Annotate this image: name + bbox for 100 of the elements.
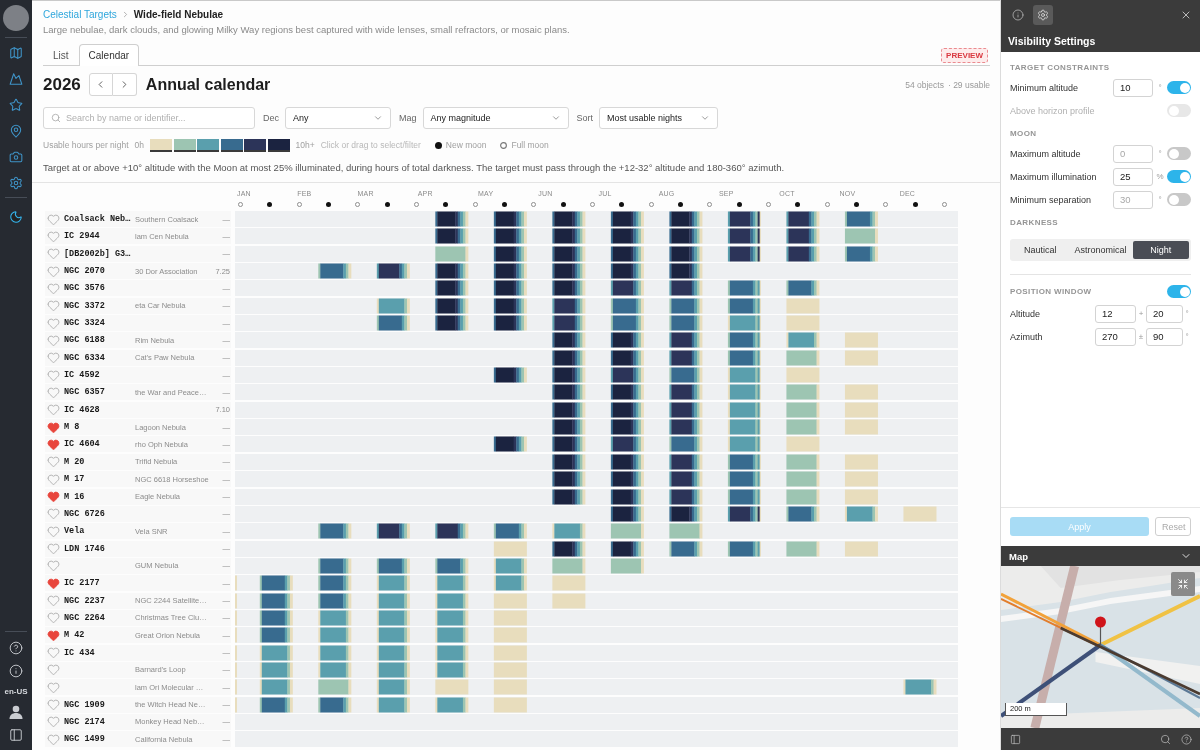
- heart-icon[interactable]: [46, 420, 60, 434]
- year-label: 2026: [43, 74, 81, 95]
- heart-icon[interactable]: [46, 455, 60, 469]
- color-swatch-icon[interactable]: [197, 138, 219, 152]
- info-icon: [1012, 9, 1024, 21]
- sort-select[interactable]: Most usable nights: [599, 107, 719, 129]
- setting-label: Azimuth: [1010, 331, 1043, 342]
- segment-button[interactable]: Astronomical: [1068, 241, 1133, 259]
- heart-icon[interactable]: [46, 646, 60, 660]
- heart-icon[interactable]: [46, 542, 60, 556]
- view-tab[interactable]: Calendar: [78, 44, 140, 66]
- setting-label: Maximum illumination: [1010, 171, 1097, 182]
- ring-icon: [648, 202, 654, 207]
- heart-icon[interactable]: [46, 628, 60, 642]
- heart-icon[interactable]: [46, 680, 60, 694]
- ring-icon: [355, 202, 361, 207]
- panel-title: Visibility Settings: [1008, 35, 1097, 47]
- map-pin-icon[interactable]: [9, 124, 23, 138]
- heart-icon[interactable]: [46, 472, 60, 486]
- filled-dot-icon: [677, 202, 683, 207]
- mountain-icon[interactable]: [9, 72, 23, 86]
- heart-icon[interactable]: [46, 524, 60, 538]
- camera-icon[interactable]: [9, 150, 23, 164]
- sidebar-panel-icon[interactable]: [1010, 733, 1021, 745]
- legend-title: Usable hours per night: [43, 140, 129, 150]
- heart-icon[interactable]: [46, 663, 60, 677]
- target-name: M 42: [64, 630, 85, 641]
- help-icon[interactable]: [1181, 733, 1192, 745]
- heart-icon[interactable]: [46, 437, 60, 451]
- heart-icon[interactable]: [46, 403, 60, 417]
- number-input[interactable]: 25: [1113, 167, 1153, 186]
- unit-label: °: [1157, 83, 1163, 92]
- segment-button[interactable]: Night: [1132, 241, 1189, 259]
- heart-icon[interactable]: [46, 490, 60, 503]
- map-fullscreen-button[interactable]: [1171, 572, 1195, 596]
- declination-select[interactable]: Any: [285, 107, 391, 129]
- search-icon[interactable]: [1160, 733, 1171, 745]
- heart-icon[interactable]: [46, 333, 60, 347]
- avatar-placeholder[interactable]: [3, 5, 29, 31]
- number-input[interactable]: 20: [1146, 304, 1183, 323]
- heart-icon[interactable]: [46, 212, 60, 226]
- filled-dot-icon: [853, 202, 859, 207]
- filled-dot-icon: [795, 202, 801, 207]
- color-swatch-icon[interactable]: [173, 138, 196, 152]
- heart-icon[interactable]: [46, 715, 60, 729]
- target-name: NGC 6188: [64, 335, 105, 346]
- heart-icon[interactable]: [46, 351, 60, 365]
- previous-year-button[interactable]: [88, 73, 113, 96]
- color-swatch-icon[interactable]: [244, 138, 266, 152]
- search-field[interactable]: Search by name or identifier...: [43, 107, 255, 129]
- close-icon[interactable]: [1180, 9, 1192, 21]
- sidebar-panel-icon[interactable]: [9, 728, 23, 742]
- section-title: TARGET CONSTRAINTS: [1010, 62, 1110, 72]
- heart-icon[interactable]: [46, 229, 60, 243]
- heart-icon[interactable]: [46, 507, 60, 521]
- number-input[interactable]: 12: [1095, 304, 1136, 323]
- locale-label[interactable]: en-US: [4, 687, 28, 696]
- toggle-switch[interactable]: [1167, 285, 1191, 298]
- number-input[interactable]: 270: [1095, 327, 1136, 346]
- target-name: IC 434: [64, 647, 95, 658]
- heart-icon[interactable]: [46, 247, 60, 261]
- heart-icon[interactable]: [46, 611, 60, 625]
- toggle-switch[interactable]: [1167, 193, 1191, 206]
- street-map[interactable]: [1001, 566, 1200, 728]
- user-silhouette-icon[interactable]: [9, 705, 23, 719]
- toggle-switch[interactable]: [1167, 81, 1191, 94]
- filled-dot-icon: [443, 202, 449, 207]
- heart-icon[interactable]: [46, 264, 60, 278]
- info-icon[interactable]: [9, 664, 23, 678]
- moon-icon[interactable]: [9, 210, 23, 224]
- help-icon[interactable]: [9, 641, 23, 655]
- star-icon[interactable]: [9, 98, 23, 112]
- heart-icon[interactable]: [46, 385, 60, 399]
- target-name: NGC 1499: [64, 734, 105, 745]
- color-swatch-icon[interactable]: [267, 138, 290, 152]
- color-swatch-icon[interactable]: [150, 138, 172, 152]
- heart-icon[interactable]: [46, 594, 60, 608]
- heart-icon[interactable]: [46, 316, 60, 330]
- heart-icon[interactable]: [46, 576, 60, 590]
- map-icon[interactable]: [9, 46, 23, 60]
- magnitude-select[interactable]: Any magnitude: [422, 107, 569, 129]
- heart-icon[interactable]: [46, 299, 60, 313]
- next-year-button[interactable]: [112, 73, 137, 96]
- moon-key-label: New moon: [445, 140, 487, 150]
- heart-icon[interactable]: [46, 698, 60, 712]
- color-swatch-icon[interactable]: [220, 138, 243, 152]
- heart-icon[interactable]: [46, 559, 60, 573]
- heart-icon[interactable]: [46, 732, 60, 746]
- settings-tab[interactable]: [1033, 5, 1053, 25]
- toggle-switch[interactable]: [1167, 147, 1191, 160]
- target-name: NGC 1909: [64, 699, 105, 710]
- preview-badge: PREVIEW: [941, 47, 988, 63]
- view-tab[interactable]: List: [43, 44, 79, 66]
- settings-icon[interactable]: [9, 176, 23, 190]
- toggle-switch[interactable]: [1167, 170, 1191, 183]
- heart-icon[interactable]: [46, 281, 60, 295]
- number-input[interactable]: 90: [1146, 327, 1183, 346]
- heart-icon[interactable]: [46, 368, 60, 382]
- segment-button[interactable]: Nautical: [1012, 241, 1069, 259]
- number-input[interactable]: 10: [1113, 78, 1153, 97]
